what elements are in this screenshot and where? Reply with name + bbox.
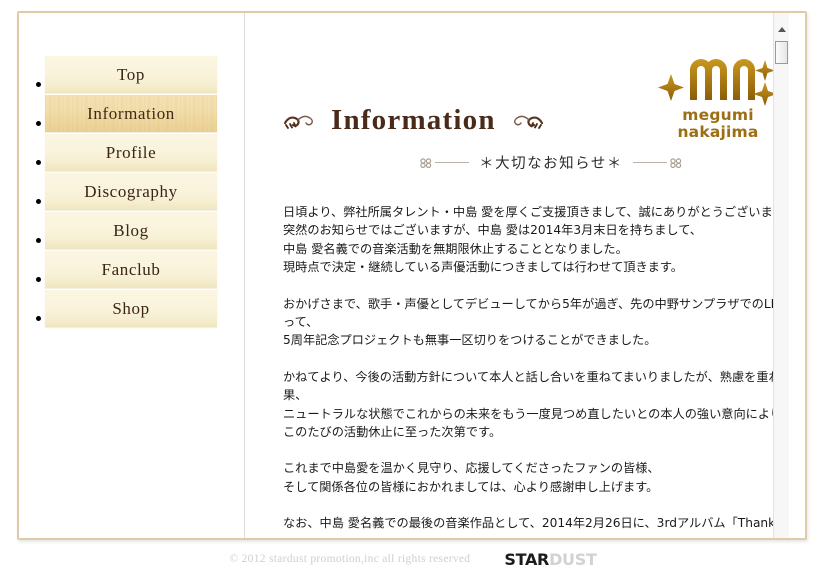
divider-rule bbox=[435, 162, 470, 163]
notice-paragraph: おかげさまで、歌手・声優としてデビューしてから5年が過ぎ、先の中野サンプラザでの… bbox=[283, 296, 789, 348]
bullet-icon bbox=[36, 160, 41, 165]
page-root: Top Information Profile Discography Blog Fanc… bbox=[0, 0, 826, 575]
nav-item: Discography bbox=[19, 172, 244, 210]
artist-last-name: nakajima bbox=[677, 122, 759, 141]
sidebar-item-fanclub[interactable]: Fanclub bbox=[45, 250, 217, 288]
artist-name: megumi nakajima bbox=[657, 107, 779, 140]
nav-item: Top bbox=[19, 55, 244, 93]
notice-paragraph: なお、中島 愛名義での最後の音楽作品として、2014年2月26日に、3rdアルバ… bbox=[283, 516, 789, 531]
scroll-thumb-icon[interactable] bbox=[775, 41, 788, 64]
page-title: Information bbox=[283, 104, 544, 137]
bullet-icon bbox=[36, 82, 41, 87]
content-card: Top Information Profile Discography Blog Fanc… bbox=[17, 11, 807, 540]
notice-subheading: ＊大切なお知らせ＊ bbox=[283, 152, 789, 173]
scroll-up-arrow-icon[interactable] bbox=[774, 22, 789, 37]
site-footer: © 2012 stardust promotion,inc all rights… bbox=[0, 543, 826, 575]
nav-item: Fanclub bbox=[19, 250, 244, 288]
notice-paragraph: これまで中島愛を温かく見守り、応援してくださったファンの皆様、 そして関係各位の… bbox=[283, 461, 660, 494]
stardust-logo-primary: STAR bbox=[504, 549, 550, 569]
fleuron-divider-icon bbox=[419, 157, 470, 169]
stardust-logo-secondary: DUST bbox=[549, 549, 597, 569]
sidebar-item-shop[interactable]: Shop bbox=[45, 289, 217, 327]
notice-paragraph: 日頃より、弊社所属タレント・中島 愛を厚くご支援頂きまして、誠にありがとうござい… bbox=[283, 205, 789, 275]
nav-item: Shop bbox=[19, 289, 244, 327]
bullet-icon bbox=[36, 238, 41, 243]
sidebar-item-top[interactable]: Top bbox=[45, 55, 217, 93]
sidebar-item-discography[interactable]: Discography bbox=[45, 172, 217, 210]
flourish-swirl-icon bbox=[513, 115, 543, 129]
fleuron-divider-icon bbox=[632, 157, 683, 169]
page-title-text: Information bbox=[331, 104, 496, 137]
flourish-swirl-icon bbox=[283, 115, 313, 129]
copyright-text: © 2012 stardust promotion,inc all rights… bbox=[229, 553, 471, 565]
arrow-glyph bbox=[777, 27, 786, 32]
bullet-icon bbox=[36, 277, 41, 282]
stardust-logo[interactable]: STARDUST bbox=[504, 549, 597, 569]
nav-item: Blog bbox=[19, 211, 244, 249]
artist-logo[interactable]: megumi nakajima bbox=[657, 44, 779, 140]
sidebar-item-blog[interactable]: Blog bbox=[45, 211, 217, 249]
artist-first-name: megumi bbox=[682, 106, 754, 124]
notice-paragraph: かねてより、今後の活動方針について本人と話し合いを重ねてまいりましたが、熟慮を重… bbox=[283, 369, 789, 440]
sidebar-nav: Top Information Profile Discography Blog Fanc… bbox=[19, 13, 244, 538]
content-scrollbar[interactable] bbox=[773, 13, 789, 538]
sidebar-item-profile[interactable]: Profile bbox=[45, 133, 217, 171]
divider-rule bbox=[632, 162, 667, 163]
bullet-icon bbox=[36, 316, 41, 321]
bullet-icon bbox=[36, 199, 41, 204]
main-content: megumi nakajima Information ＊大切なお知らせ＊ 日頃… bbox=[245, 13, 789, 538]
nav-item: Information bbox=[19, 94, 244, 132]
nav-item: Profile bbox=[19, 133, 244, 171]
notice-subheading-text: ＊大切なお知らせ＊ bbox=[479, 156, 623, 172]
mn-monogram-icon bbox=[658, 59, 777, 106]
bullet-icon bbox=[36, 121, 41, 126]
nav-list: Top Information Profile Discography Blog Fanc… bbox=[19, 13, 244, 327]
notice-body: 日頃より、弊社所属タレント・中島 愛を厚くご支援頂きまして、誠にありがとうござい… bbox=[283, 203, 789, 533]
sidebar-item-information[interactable]: Information bbox=[45, 94, 217, 132]
